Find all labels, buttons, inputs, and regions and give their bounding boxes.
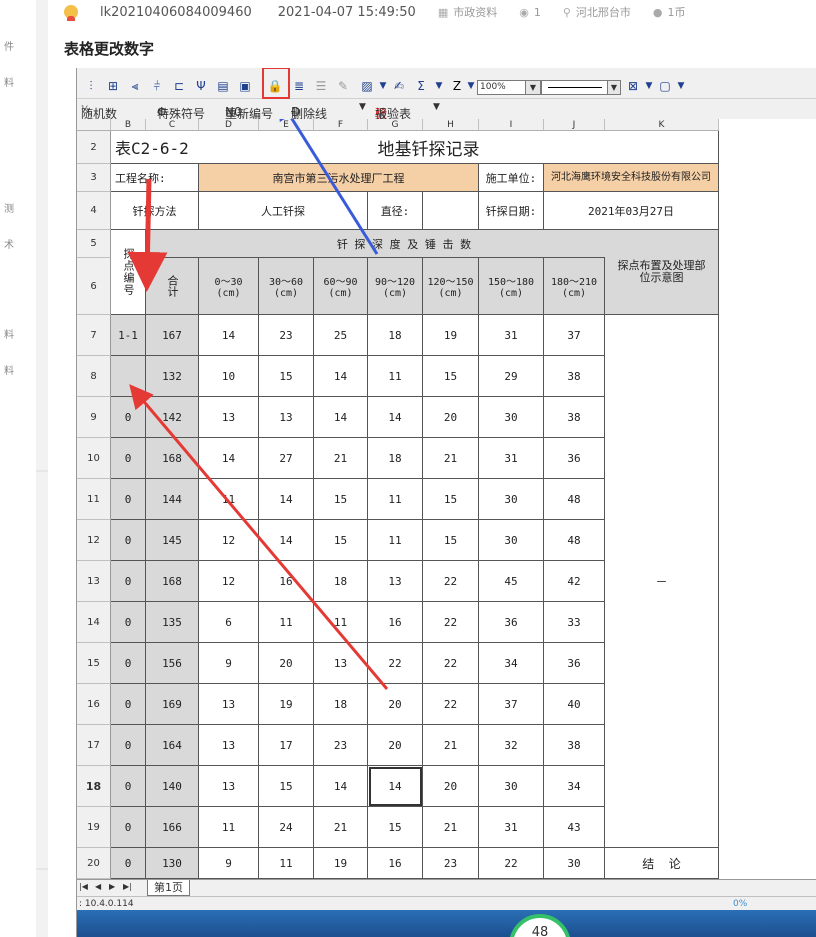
sum-icon[interactable]: Σ: [413, 78, 429, 94]
split-icon[interactable]: ⊏: [171, 78, 187, 94]
location-pin-icon: ⚲: [562, 5, 571, 19]
blue-arrow-to-lock: [277, 119, 379, 255]
annotation-arrows: [127, 119, 389, 690]
views-count: 1: [533, 5, 541, 19]
spreadsheet[interactable]: B C D E F G H I J K 2 3 4 5 6 表C2-6-2 地基…: [77, 119, 816, 879]
chevron-down-icon[interactable]: ▼: [359, 102, 366, 112]
fork-icon[interactable]: Ψ: [193, 78, 209, 94]
chevron-down-icon[interactable]: ▼: [607, 80, 621, 95]
status-percent: 0%: [733, 899, 748, 909]
category-text: 市政资料: [453, 6, 498, 19]
line-spacing-icon[interactable]: ≣: [291, 78, 307, 94]
fill-color-icon[interactable]: ▢: [657, 78, 673, 94]
chevron-down-icon[interactable]: ▼: [641, 78, 657, 94]
grid-lines-icon[interactable]: ▤: [215, 78, 231, 94]
left-sidebar-char: 术: [4, 240, 14, 251]
location-text: 河北邢台市: [575, 6, 631, 19]
taskbar: 48: [77, 910, 816, 937]
page-title: 表格更改数字: [64, 40, 155, 58]
post-meta: lk20210406084009460 2021-04-07 15:49:50 …: [64, 0, 686, 24]
left-sidebar-char: 料: [4, 366, 14, 377]
left-sidebar-char: 测: [4, 204, 14, 215]
chevron-down-icon[interactable]: ▼: [673, 78, 689, 94]
user-avatar-icon[interactable]: [64, 5, 78, 21]
format-painter-icon[interactable]: ✎: [335, 78, 351, 94]
first-sheet-icon[interactable]: |◀: [79, 882, 88, 891]
grid-icon: ▦: [437, 5, 449, 19]
left-sidebar-char: 件: [4, 42, 14, 53]
post-datetime: 2021-04-07 15:49:50: [277, 4, 416, 20]
highlight-box: [262, 68, 290, 99]
sheet-tab[interactable]: 第1页: [147, 880, 190, 896]
last-sheet-icon[interactable]: ▶|: [123, 882, 132, 891]
views: ◉ 1: [519, 6, 541, 19]
insert-col-icon[interactable]: ⫶: [83, 78, 99, 94]
coin-icon: ●: [652, 5, 663, 19]
divider: [36, 470, 48, 472]
delete-col-icon[interactable]: ⫷: [127, 78, 143, 94]
line-style-select[interactable]: [541, 80, 609, 95]
screenshot-app-window: ⫶ ⊞ ⫷ ⫩ ⊏ Ψ ▤ ▣ 🔒 ≣ ☰ ✎ ▨ ▼ ✍ Σ ▼ Z ▼ 10…: [76, 68, 816, 937]
coins: ● 1币: [653, 4, 686, 20]
sheet-tab-bar: |◀ ◀ ▶ ▶| 第1页: [77, 879, 816, 896]
next-sheet-icon[interactable]: ▶: [109, 882, 115, 891]
status-ip: : 10.4.0.114: [79, 899, 134, 909]
left-sidebar-char: 料: [4, 78, 14, 89]
left-sidebar-char: 料: [4, 330, 14, 341]
eye-icon: ◉: [519, 5, 529, 19]
red-arrow-to-cell: [129, 384, 389, 690]
border-icon[interactable]: ⊠: [625, 78, 641, 94]
performance-gauge[interactable]: 48: [509, 914, 571, 937]
divider: [36, 868, 48, 870]
post-code: lk20210406084009460: [100, 4, 252, 20]
chevron-down-icon[interactable]: ▼: [525, 80, 541, 95]
left-sidebar: 件 料 测 术 料 料: [0, 0, 36, 937]
chevron-down-icon[interactable]: ▼: [433, 102, 440, 112]
function-toolbar: ½ 随机数 Φ 特殊符号 N0 重新编号 Ð 删除线 ▼ 验报验表 ▼: [77, 99, 816, 121]
coins-text: 1币: [667, 6, 686, 19]
status-bar: : 10.4.0.114 0%: [77, 896, 816, 911]
image-icon[interactable]: ▨: [359, 78, 375, 94]
insert-row-icon[interactable]: ⊞: [105, 78, 121, 94]
category-link[interactable]: ▦ 市政资料: [438, 4, 497, 20]
edit-icon[interactable]: ✍: [391, 78, 407, 94]
chevron-down-icon[interactable]: ▼: [375, 78, 391, 94]
list-icon[interactable]: ☰: [313, 78, 329, 94]
left-gutter: [36, 0, 48, 937]
chevron-down-icon[interactable]: ▼: [431, 78, 447, 94]
merge-icon[interactable]: ⫩: [149, 78, 165, 94]
zoom-select[interactable]: 100%: [477, 80, 527, 95]
location: ⚲ 河北邢台市: [563, 4, 631, 20]
red-arrow-down: [127, 178, 168, 292]
format-toolbar: ⫶ ⊞ ⫷ ⫩ ⊏ Ψ ▤ ▣ 🔒 ≣ ☰ ✎ ▨ ▼ ✍ Σ ▼ Z ▼ 10…: [77, 68, 816, 99]
print-icon[interactable]: ▣: [237, 78, 253, 94]
prev-sheet-icon[interactable]: ◀: [95, 882, 101, 891]
